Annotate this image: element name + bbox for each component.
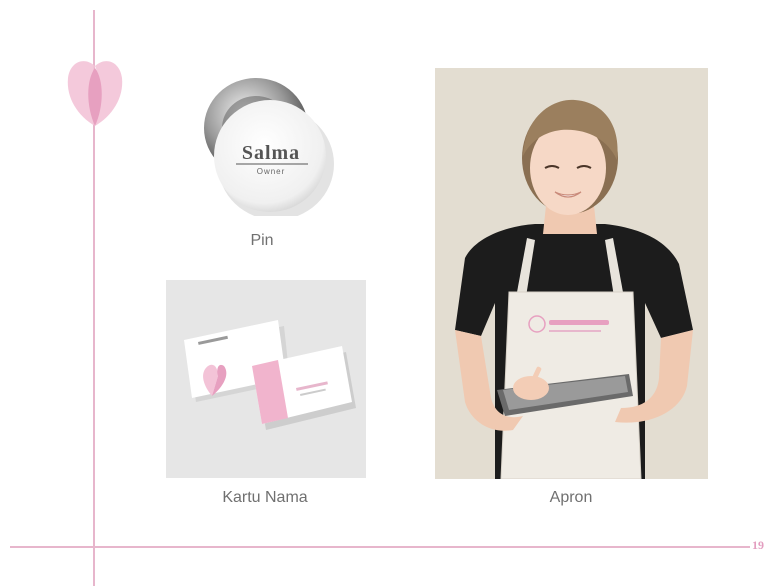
pin-role: Owner [256, 167, 286, 176]
business-card-mockup [166, 280, 366, 478]
business-card-caption: Kartu Nama [222, 489, 308, 506]
apron-mockup [435, 68, 708, 479]
apron-caption: Apron [549, 489, 593, 506]
pin-caption: Pin [250, 232, 274, 249]
pin-mockup: Salma Owner [196, 76, 336, 216]
page-number: 19 [752, 538, 764, 552]
horizontal-guide-line [10, 546, 750, 548]
heart-logo-icon [64, 54, 126, 128]
pin-name: Salma [241, 142, 301, 164]
